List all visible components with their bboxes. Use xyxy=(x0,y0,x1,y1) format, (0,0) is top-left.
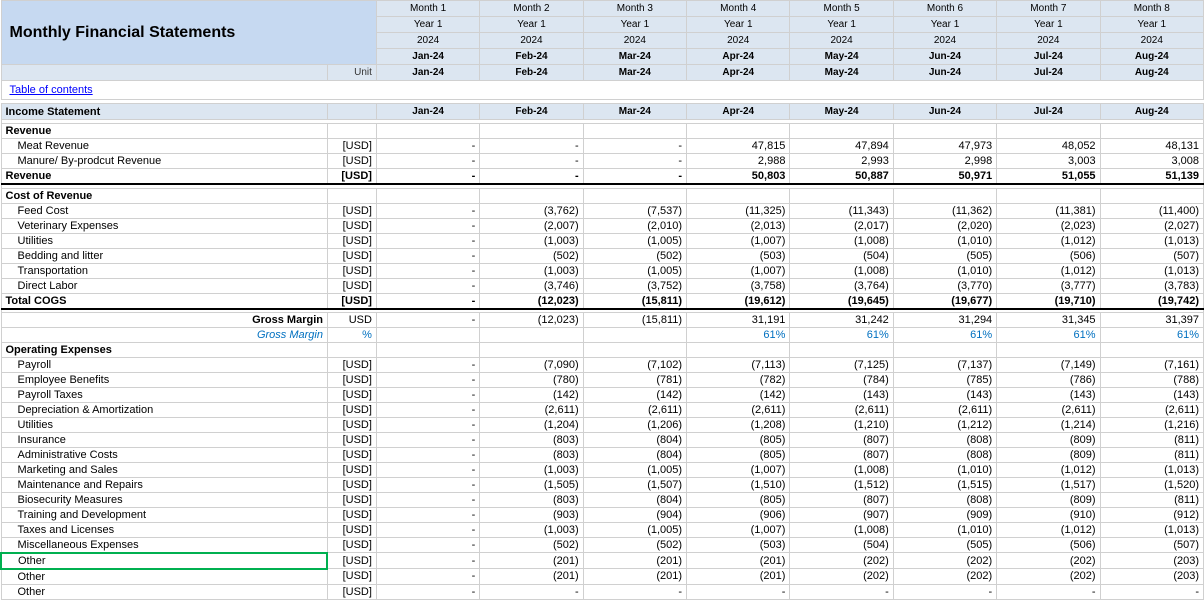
gross-margin-unit: USD xyxy=(327,312,376,327)
month-5-header: Month 5 xyxy=(790,1,893,17)
opex-item-15: Other [USD] - - - - - - - - xyxy=(1,584,1204,599)
meat-revenue-label: Meat Revenue xyxy=(1,139,327,154)
spreadsheet-container: Monthly Financial Statements Month 1 Mon… xyxy=(0,0,1204,600)
cogs-total-row: Total COGS [USD] - (12,023) (15,811) (19… xyxy=(1,293,1204,309)
meat-revenue-unit: [USD] xyxy=(327,139,376,154)
opex-item-4: Utilities [USD] - (1,204) (1,206) (1,208… xyxy=(1,417,1204,432)
month-2-header: Month 2 xyxy=(480,1,583,17)
month-1-header: Month 1 xyxy=(376,1,479,17)
opex-item-5: Insurance [USD] - (803) (804) (805) (807… xyxy=(1,432,1204,447)
gross-margin-pct-unit: % xyxy=(327,327,376,342)
report-title: Monthly Financial Statements xyxy=(1,1,376,65)
month-8-header: Month 8 xyxy=(1100,1,1203,17)
opex-item-1: Employee Benefits [USD] - (780) (781) (7… xyxy=(1,372,1204,387)
revenue-total-row: Revenue [USD] - - - 50,803 50,887 50,971… xyxy=(1,169,1204,185)
opex-section-label: Operating Expenses xyxy=(1,342,327,357)
cogs-item-0: Feed Cost [USD] - (3,762) (7,537) (11,32… xyxy=(1,203,1204,218)
manure-revenue-label: Manure/ By-prodcut Revenue xyxy=(1,154,327,169)
opex-item-0: Payroll [USD] - (7,090) (7,102) (7,113) … xyxy=(1,357,1204,372)
month-7-header: Month 7 xyxy=(997,1,1100,17)
cogs-item-1: Veterinary Expenses [USD] - (2,007) (2,0… xyxy=(1,218,1204,233)
revenue-total-label: Revenue xyxy=(1,169,327,185)
cogs-item-2: Utilities [USD] - (1,003) (1,005) (1,007… xyxy=(1,233,1204,248)
opex-item-10: Training and Development [USD] - (903) (… xyxy=(1,507,1204,522)
revenue-item-1: Manure/ By-prodcut Revenue [USD] - - - 2… xyxy=(1,154,1204,169)
unit-col-header: Unit xyxy=(327,65,376,81)
opex-item-3: Depreciation & Amortization [USD] - (2,6… xyxy=(1,402,1204,417)
cogs-item-4: Transportation [USD] - (1,003) (1,005) (… xyxy=(1,263,1204,278)
month-4-header: Month 4 xyxy=(687,1,790,17)
gross-margin-pct-row: Gross Margin % 61% 61% 61% 61% 61% xyxy=(1,327,1204,342)
cogs-item-5: Direct Labor [USD] - (3,746) (3,752) (3,… xyxy=(1,278,1204,293)
opex-item-13: Other [USD] - (201) (201) (201) (202) (2… xyxy=(1,553,1204,569)
gross-margin-pct-label: Gross Margin xyxy=(1,327,327,342)
month-1-year: Year 1 xyxy=(376,17,479,33)
opex-item-14: Other [USD] - (201) (201) (201) (202) (2… xyxy=(1,569,1204,585)
month-6-header: Month 6 xyxy=(893,1,996,17)
cogs-item-3: Bedding and litter [USD] - (502) (502) (… xyxy=(1,248,1204,263)
income-statement-label: Income Statement xyxy=(1,104,327,120)
opex-item-11: Taxes and Licenses [USD] - (1,003) (1,00… xyxy=(1,522,1204,537)
opex-item-12: Miscellaneous Expenses [USD] - (502) (50… xyxy=(1,537,1204,553)
opex-item-9: Biosecurity Measures [USD] - (803) (804)… xyxy=(1,492,1204,507)
opex-item-2: Payroll Taxes [USD] - (142) (142) (142) … xyxy=(1,387,1204,402)
opex-item-8: Maintenance and Repairs [USD] - (1,505) … xyxy=(1,477,1204,492)
cogs-total-label: Total COGS xyxy=(1,293,327,309)
toc-link[interactable]: Table of contents xyxy=(10,84,93,96)
gross-margin-value-row: Gross Margin USD - (12,023) (15,811) 31,… xyxy=(1,312,1204,327)
revenue-section-label: Revenue xyxy=(1,124,327,139)
opex-item-7: Marketing and Sales [USD] - (1,003) (1,0… xyxy=(1,462,1204,477)
gross-margin-label: Gross Margin xyxy=(1,312,327,327)
cogs-section-label: Cost of Revenue xyxy=(1,188,327,203)
revenue-item-0: Meat Revenue [USD] - - - 47,815 47,894 4… xyxy=(1,139,1204,154)
opex-item-6: Administrative Costs [USD] - (803) (804)… xyxy=(1,447,1204,462)
month-3-header: Month 3 xyxy=(583,1,686,17)
